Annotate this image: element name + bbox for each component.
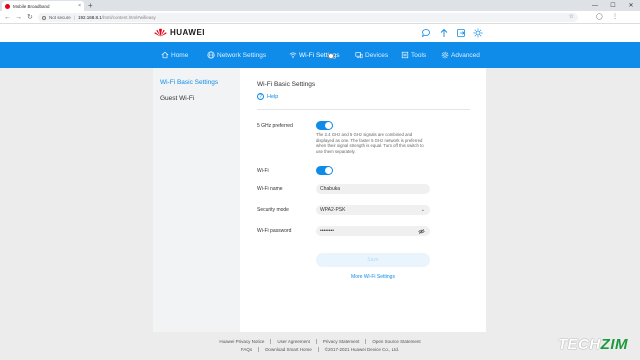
chevron-down-icon: ⌄	[420, 207, 425, 213]
nav-devices[interactable]: Devices	[355, 42, 388, 68]
info-icon[interactable]	[42, 15, 46, 20]
nav-home-label: Home	[171, 51, 189, 59]
wifi-icon	[289, 52, 297, 59]
wifi-name-label: Wi-Fi name	[257, 186, 283, 192]
settings-panel: Wi-Fi Basic Settings ? Help 5 GHz prefer…	[240, 68, 486, 332]
mouse-cursor	[328, 53, 334, 59]
divider	[257, 109, 470, 110]
brand-name: HUAWEI	[170, 28, 205, 37]
smart-home-link[interactable]: Download Smart Home	[259, 347, 319, 352]
reload-icon[interactable]: ↻	[27, 13, 33, 22]
nav-advanced[interactable]: Advanced	[441, 42, 480, 68]
footer-links: Huawei Privacy Notice User Agreement Pri…	[0, 339, 640, 344]
sun-icon[interactable]	[473, 28, 483, 38]
privacy-notice-link[interactable]: Huawei Privacy Notice	[213, 339, 272, 344]
logout-icon[interactable]	[456, 28, 466, 38]
huawei-logo[interactable]: HUAWEI	[154, 28, 205, 37]
tools-icon	[401, 51, 409, 59]
help-label: Help	[267, 93, 279, 100]
ghz-description: The 2.4 GHz and 5 GHz signals are combin…	[316, 132, 424, 154]
help-link[interactable]: ? Help	[257, 93, 278, 100]
maximize-button[interactable]: ☐	[604, 0, 622, 11]
nav-tools[interactable]: Tools	[401, 42, 426, 68]
forward-icon[interactable]: →	[15, 13, 22, 22]
user-agreement-link[interactable]: User Agreement	[271, 339, 317, 344]
save-button[interactable]: Save	[316, 253, 430, 267]
techzim-watermark: TECHZIM	[558, 336, 628, 353]
sidebar-item-wifi-basic[interactable]: Wi-Fi Basic Settings	[160, 79, 218, 86]
footer: Huawei Privacy Notice User Agreement Pri…	[0, 332, 640, 360]
toggle-knob	[325, 122, 332, 129]
window-close-button[interactable]: ✕	[622, 0, 640, 11]
url-separator: |	[73, 15, 75, 20]
tab-close-icon[interactable]: ×	[78, 3, 81, 9]
wifi-password-label: Wi-Fi password	[257, 228, 292, 234]
toggle-knob	[325, 167, 332, 174]
browser-tab[interactable]: Mobile Broadband ×	[2, 1, 84, 11]
watermark-part-1: TECH	[557, 336, 601, 353]
security-mode-value: WPA2-PSK	[320, 207, 346, 213]
address-bar[interactable]: Not secure | 192.168.8.1 /html/content.h…	[38, 13, 578, 22]
upload-icon[interactable]	[439, 28, 449, 38]
back-icon[interactable]: ←	[4, 13, 11, 22]
wifi-password-value: ••••••••	[320, 228, 335, 234]
url-path: /html/content.html#wifieasy	[101, 15, 156, 20]
message-icon[interactable]	[421, 28, 431, 38]
devices-icon	[355, 52, 363, 59]
sidebar-item-guest-wifi[interactable]: Guest Wi-Fi	[160, 95, 194, 102]
settings-sidebar: Wi-Fi Basic Settings Guest Wi-Fi	[153, 68, 240, 332]
url-host: 192.168.8.1	[77, 15, 102, 20]
privacy-statement-link[interactable]: Privacy Statement	[317, 339, 367, 344]
gear-icon	[441, 51, 449, 59]
page-title: Wi-Fi Basic Settings	[257, 81, 316, 88]
wifi-name-input[interactable]: Chabuka	[316, 184, 430, 194]
nav-tools-label: Tools	[411, 51, 427, 59]
tab-title: Mobile Broadband	[13, 3, 50, 9]
huawei-favicon-icon	[5, 3, 10, 9]
globe-icon	[207, 51, 215, 59]
new-tab-button[interactable]: +	[88, 1, 93, 10]
not-secure-label: Not secure	[49, 15, 71, 20]
profile-icon[interactable]: ◯	[596, 13, 603, 22]
nav-advanced-label: Advanced	[451, 51, 480, 59]
faqs-link[interactable]: FAQs	[235, 347, 260, 352]
browser-tab-bar: Mobile Broadband × + — ☐ ✕	[0, 0, 640, 11]
copyright: ©2017-2021 Huawei Device Co., Ltd.	[324, 347, 400, 352]
nav-network-label: Network Settings	[217, 51, 267, 59]
security-mode-select[interactable]: WPA2-PSK ⌄	[316, 205, 430, 215]
main-nav: Home Network Settings Wi-Fi Settings Dev…	[0, 42, 640, 68]
huawei-flower-icon	[154, 28, 167, 37]
nav-network-settings[interactable]: Network Settings	[207, 42, 266, 68]
home-icon	[161, 51, 169, 59]
minimize-button[interactable]: —	[586, 0, 604, 11]
security-mode-label: Security mode	[257, 207, 289, 213]
eye-off-icon[interactable]	[418, 228, 425, 235]
footer-row-2: FAQs Download Smart Home ©2017-2021 Huaw…	[0, 347, 640, 352]
watermark-part-2: ZIM	[600, 336, 628, 353]
wifi-password-input[interactable]: ••••••••	[316, 226, 430, 236]
wifi-name-value: Chabuka	[320, 186, 341, 192]
menu-icon[interactable]: ⋮	[612, 13, 618, 22]
open-source-link[interactable]: Open Source Statement	[366, 339, 426, 344]
router-header: HUAWEI	[0, 24, 640, 42]
ghz-toggle[interactable]	[316, 121, 333, 130]
wifi-toggle[interactable]	[316, 166, 333, 175]
more-wifi-settings-link[interactable]: More Wi-Fi Settings	[316, 274, 430, 280]
help-icon: ?	[257, 93, 264, 100]
nav-home[interactable]: Home	[161, 42, 188, 68]
browser-toolbar: ← → ↻ Not secure | 192.168.8.1 /html/con…	[0, 11, 640, 24]
nav-devices-label: Devices	[365, 51, 389, 59]
bookmark-star-icon[interactable]: ☆	[569, 13, 574, 22]
wifi-label: Wi-Fi	[257, 168, 269, 174]
ghz-label: 5 GHz preferred	[257, 123, 293, 129]
